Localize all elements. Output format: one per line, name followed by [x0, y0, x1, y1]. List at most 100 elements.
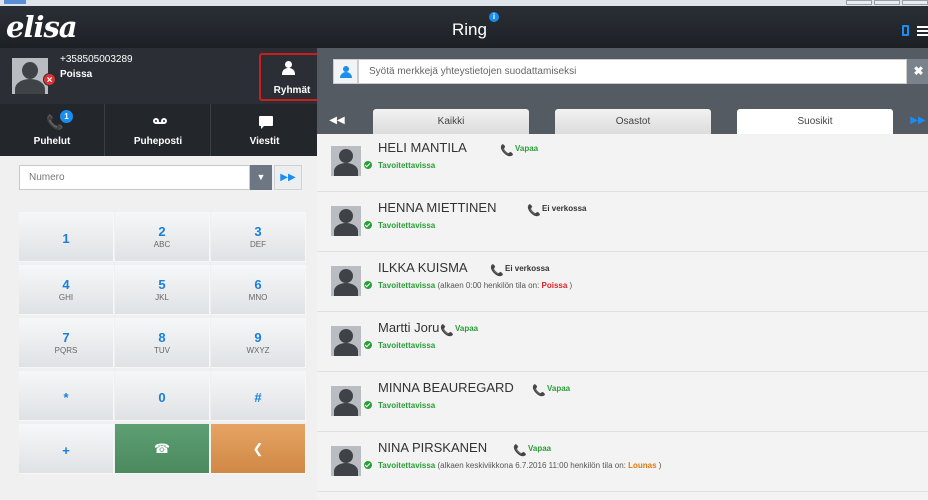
call-button[interactable]: ☎ [115, 424, 210, 474]
menu-icon[interactable] [917, 26, 928, 36]
key-hash[interactable]: # [211, 371, 306, 421]
phone-icon: 📞 [440, 325, 454, 337]
phone-icon: 📞 [527, 205, 541, 217]
phone-icon: 📞 [490, 265, 504, 277]
key-4[interactable]: 4 GHI [19, 265, 114, 315]
info-icon[interactable]: i [489, 12, 499, 22]
contact-phone-status: Vapaa [515, 144, 539, 153]
status-note-prefix: (alkaen keskiviikkona 6.7.2016 11:00 hen… [435, 461, 629, 470]
key-8[interactable]: 8 TUV [115, 318, 210, 368]
key-plus[interactable]: + [19, 424, 114, 474]
tab-favorites[interactable]: Suosikit [737, 109, 893, 134]
phone-icon: 📞 [500, 145, 514, 157]
contacts-panel: ✖ ◀◀ Kaikki Osastot Suosikit ▶▶ HELI MAN… [317, 48, 928, 500]
contact-name: MINNA BEAUREGARD [378, 380, 514, 395]
contact-row[interactable]: Martti Joru 📞 Vapaa Tavoitettavissa [317, 314, 928, 372]
app-header: elisa Ring i [0, 6, 928, 48]
contact-filter-input[interactable] [358, 59, 907, 84]
tab-calls[interactable]: 📞 1 Puhelut [0, 104, 105, 156]
contact-availability: Tavoitettavissa [378, 401, 435, 410]
voicemail-icon [153, 118, 167, 124]
clear-filter-button[interactable]: ✖ [907, 59, 928, 84]
contact-name: HELI MANTILA [378, 140, 467, 155]
number-history-dropdown[interactable]: ▼ [250, 165, 272, 190]
tab-voicemail-label: Puheposti [133, 136, 183, 147]
key-5[interactable]: 5 JKL [115, 265, 210, 315]
available-status-icon [363, 340, 373, 350]
contacts-filter-icon [333, 59, 358, 84]
number-input[interactable] [19, 165, 250, 190]
busy-status-icon: × [43, 73, 56, 86]
contact-availability: Tavoitettavissa (alkaen 0:00 henkilön ti… [378, 281, 572, 290]
window-close-button[interactable] [902, 0, 928, 5]
key-9[interactable]: 9 WXYZ [211, 318, 306, 368]
contact-avatar [331, 326, 361, 356]
available-status-icon [363, 160, 373, 170]
tab-calls-label: Puhelut [33, 136, 71, 147]
contact-filter-bar: ✖ [317, 48, 928, 95]
groups-label: Ryhmät [273, 85, 311, 96]
key-star[interactable]: * [19, 371, 114, 421]
status-note-suffix: ) [567, 281, 573, 290]
contact-row[interactable]: MINNA BEAUREGARD 📞 Vapaa Tavoitettavissa [317, 374, 928, 432]
double-chevron-right-icon: ▶▶ [280, 172, 296, 183]
contact-avatar [331, 386, 361, 416]
app-window: elisa Ring i × +358505003289 Poissa Ryhm… [0, 0, 928, 500]
contact-row[interactable]: HELI MANTILA 📞 Vapaa Tavoitettavissa [317, 134, 928, 192]
tab-voicemail[interactable]: Puheposti [106, 104, 211, 156]
contact-avatar [331, 446, 361, 476]
availability-label: Tavoitettavissa [378, 401, 436, 410]
tabs-scroll-right-button[interactable]: ▶▶ [898, 107, 928, 134]
elisa-logo: elisa [6, 10, 78, 44]
left-tabs: 📞 1 Puhelut Puheposti Viestit [0, 104, 317, 156]
available-status-icon [363, 400, 373, 410]
contact-avatar [331, 266, 361, 296]
groups-button[interactable]: Ryhmät [259, 53, 324, 101]
backspace-button[interactable]: ❮ [211, 424, 306, 474]
key-7[interactable]: 7 PQRS [19, 318, 114, 368]
number-entry: ▼ ▶▶ [19, 165, 302, 190]
key-1[interactable]: 1 [19, 212, 114, 262]
number-forward-button[interactable]: ▶▶ [274, 165, 302, 190]
contact-row[interactable]: HENNA MIETTINEN 📞 Ei verkossa Tavoitetta… [317, 194, 928, 252]
contact-row[interactable]: NINA PIRSKANEN 📞 Vapaa Tavoitettavissa (… [317, 434, 928, 492]
availability-label: Tavoitettavissa [378, 161, 436, 170]
contact-name: NINA PIRSKANEN [378, 440, 488, 455]
my-presence-status[interactable]: Poissa [60, 69, 92, 80]
status-note-prefix: (alkaen 0:00 henkilön tila on: [435, 281, 542, 290]
chevron-down-icon: ▼ [256, 172, 266, 182]
app-title: Ring [452, 20, 487, 39]
available-status-icon [363, 460, 373, 470]
phone-icon: ☎ [153, 441, 171, 456]
double-chevron-left-icon: ◀◀ [329, 115, 345, 126]
available-status-icon [363, 220, 373, 230]
status-note-value: Poissa [541, 281, 568, 290]
chevron-left-icon: ❮ [252, 441, 264, 456]
availability-label: Tavoitettavissa [378, 221, 436, 230]
contact-avatar [331, 206, 361, 236]
mobile-device-icon[interactable] [902, 25, 909, 36]
key-3[interactable]: 3 DEF [211, 212, 306, 262]
availability-label: Tavoitettavissa [378, 461, 436, 470]
contact-phone-status: Ei verkossa [542, 204, 587, 213]
contact-availability: Tavoitettavissa [378, 161, 435, 170]
available-status-icon [363, 280, 373, 290]
availability-label: Tavoitettavissa [378, 281, 436, 290]
window-maximize-button[interactable] [874, 0, 900, 5]
window-minimize-button[interactable] [846, 0, 872, 5]
contact-avatar [331, 146, 361, 176]
window-strip-marker [4, 0, 26, 4]
contact-phone-status: Ei verkossa [505, 264, 550, 273]
tabs-scroll-left-button[interactable]: ◀◀ [317, 107, 357, 134]
contact-row[interactable]: ILKKA KUISMA 📞 Ei verkossa Tavoitettavis… [317, 254, 928, 312]
tab-all[interactable]: Kaikki [373, 109, 529, 134]
tab-departments[interactable]: Osastot [555, 109, 711, 134]
key-0[interactable]: 0 [115, 371, 210, 421]
tab-messages[interactable]: Viestit [212, 104, 317, 156]
tab-messages-label: Viestit [249, 136, 280, 147]
key-2[interactable]: 2 ABC [115, 212, 210, 262]
status-note-value: Lounas [628, 461, 657, 470]
my-profile: × +358505003289 Poissa Ryhmät [0, 48, 324, 104]
key-6[interactable]: 6 MNO [211, 265, 306, 315]
contact-tabs: ◀◀ Kaikki Osastot Suosikit ▶▶ [317, 95, 928, 134]
